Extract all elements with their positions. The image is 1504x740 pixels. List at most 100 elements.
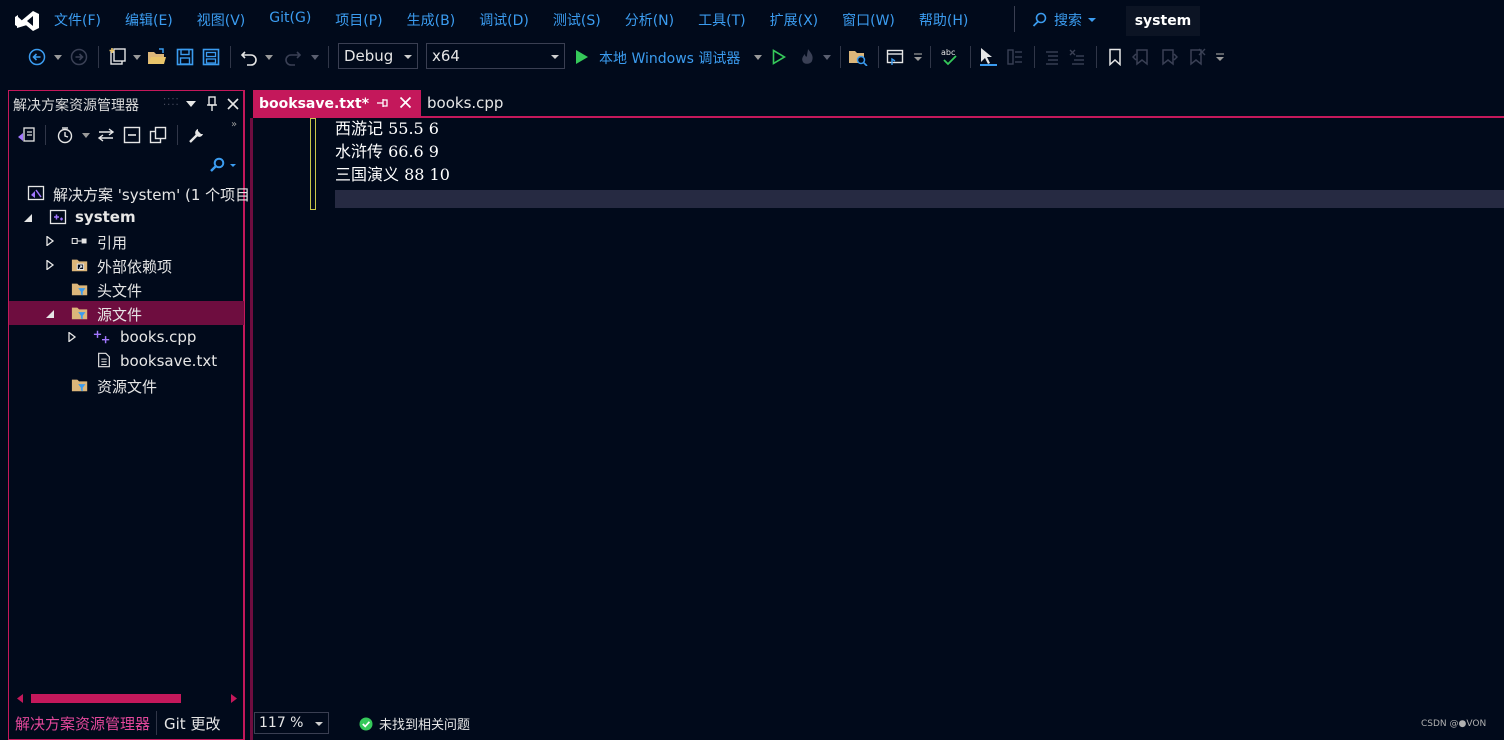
tab-booksave-txt[interactable]: booksave.txt* (253, 90, 421, 118)
text-editor[interactable]: 西游记 55.5 6 水浒传 66.6 9 三国演义 88 10 (253, 118, 1504, 708)
outline-toggle-button[interactable] (1004, 46, 1026, 68)
toolbar-separator (45, 125, 46, 145)
search-icon[interactable] (209, 157, 237, 173)
collapse-all-icon[interactable] (123, 126, 141, 144)
tree-item-external-dependencies[interactable]: 外部依赖项 (9, 253, 244, 277)
save-all-button[interactable] (200, 46, 222, 68)
open-file-button[interactable] (146, 46, 168, 68)
start-without-debugging-button[interactable] (769, 46, 789, 68)
forward-arrow-icon (70, 48, 88, 66)
menu-test[interactable]: 测试(S) (553, 10, 601, 30)
solution-platform-select[interactable]: x64 (426, 43, 565, 69)
menu-view[interactable]: 视图(V) (197, 10, 246, 30)
tree-item-header-files[interactable]: 头文件 (9, 277, 244, 301)
menu-window[interactable]: 窗口(W) (842, 10, 895, 30)
tree-item-references[interactable]: 引用 (9, 229, 244, 253)
debug-target-label[interactable]: 本地 Windows 调试器 (599, 48, 740, 68)
scroll-right-arrow-icon[interactable] (231, 694, 237, 703)
back-dropdown[interactable] (52, 46, 64, 68)
undo-dropdown[interactable] (264, 46, 274, 68)
menu-help[interactable]: 帮助(H) (919, 10, 968, 30)
window-position-dropdown-icon[interactable] (186, 100, 196, 108)
navigate-forward-button[interactable] (68, 46, 90, 68)
pin-tab-icon[interactable] (375, 96, 389, 110)
expanded-arrow-icon[interactable] (23, 213, 33, 223)
clear-bookmarks-button[interactable] (1186, 46, 1208, 68)
issues-indicator[interactable]: 未找到相关问题 (359, 714, 470, 733)
debug-target-dropdown[interactable] (753, 46, 763, 68)
comment-lines-button[interactable] (1040, 46, 1062, 68)
menu-tools[interactable]: 工具(T) (698, 10, 745, 30)
menu-edit[interactable]: 编辑(E) (125, 10, 173, 30)
tree-item-project[interactable]: system (9, 205, 244, 229)
show-all-files-icon[interactable] (149, 126, 167, 144)
tool-window-tabs: 解决方案资源管理器 Git 更改 (9, 711, 245, 735)
tab-git-changes[interactable]: Git 更改 (164, 713, 220, 734)
tree-item-source-files[interactable]: 源文件 (9, 301, 244, 325)
drag-handle[interactable]: ⁚⁚⁚⁚ (163, 97, 180, 108)
solution-configuration-select[interactable]: Debug (338, 43, 418, 69)
undo-button[interactable] (238, 46, 260, 68)
spell-check-button[interactable]: abc (938, 46, 962, 68)
redo-dropdown[interactable] (310, 46, 320, 68)
next-bookmark-button[interactable] (1158, 46, 1180, 68)
search-button[interactable]: 搜索 (1032, 10, 1096, 30)
close-icon[interactable] (227, 98, 239, 110)
expanded-arrow-icon[interactable] (45, 309, 55, 319)
start-debugging-button[interactable] (573, 46, 591, 68)
folder-search-icon (849, 51, 868, 66)
solution-name-badge[interactable]: system (1126, 6, 1200, 36)
new-project-button[interactable] (106, 46, 130, 68)
menu-debug[interactable]: 调试(D) (479, 10, 529, 30)
editor-line-3[interactable]: 三国演义 88 10 (335, 164, 450, 186)
menu-file[interactable]: 文件(F) (54, 10, 101, 30)
toolbar-overflow-button[interactable] (1214, 46, 1226, 68)
zoom-select[interactable]: 117 % (254, 712, 329, 734)
tab-label: booksave.txt* (259, 96, 370, 112)
menu-build[interactable]: 生成(B) (407, 10, 456, 30)
sync-with-active-document-icon[interactable] (97, 126, 115, 144)
new-dropdown[interactable] (132, 46, 142, 68)
menu-analyze[interactable]: 分析(N) (625, 10, 674, 30)
scrollbar-thumb[interactable] (31, 694, 181, 703)
menu-project[interactable]: 项目(P) (335, 10, 382, 30)
navigate-back-button[interactable] (26, 46, 48, 68)
pin-icon[interactable] (206, 96, 218, 112)
chevron-down-icon (315, 722, 323, 726)
menu-git[interactable]: Git(G) (269, 10, 311, 30)
chevron-down-icon[interactable] (82, 133, 90, 138)
editor-line-1[interactable]: 西游记 55.5 6 (335, 118, 439, 140)
hot-reload-dropdown[interactable] (822, 46, 832, 68)
save-button[interactable] (174, 46, 196, 68)
redo-button[interactable] (282, 46, 304, 68)
tree-item-booksave-txt[interactable]: booksave.txt (9, 349, 244, 373)
horizontal-scrollbar[interactable] (11, 691, 239, 705)
menu-extensions[interactable]: 扩展(X) (770, 10, 819, 30)
tree-item-resource-files[interactable]: 资源文件 (9, 373, 244, 397)
pending-changes-filter-icon[interactable] (56, 126, 74, 144)
tree-item-books-cpp[interactable]: books.cpp (9, 325, 244, 349)
layout-dropdown[interactable] (912, 46, 924, 68)
previous-bookmark-button[interactable] (1130, 46, 1152, 68)
hot-reload-button[interactable] (797, 46, 819, 68)
toggle-bookmark-button[interactable] (1104, 46, 1126, 68)
format-selection-button[interactable] (976, 46, 1000, 68)
tab-books-cpp[interactable]: books.cpp (427, 94, 503, 112)
tree-item-solution[interactable]: 解决方案 'system' (1 个项目 (9, 181, 250, 205)
editor-line-2[interactable]: 水浒传 66.6 9 (335, 141, 439, 163)
properties-wrench-icon[interactable] (188, 126, 206, 144)
toolbar-overflow-icon[interactable]: » (231, 119, 237, 130)
collapsed-arrow-icon[interactable] (67, 332, 77, 342)
tab-solution-explorer[interactable]: 解决方案资源管理器 (15, 713, 150, 734)
scroll-left-arrow-icon[interactable] (17, 694, 23, 703)
switch-views-icon[interactable] (16, 125, 36, 145)
overflow-chevron-icon (1216, 53, 1224, 61)
toolbar-separator (328, 46, 329, 68)
window-layout-button[interactable] (884, 46, 906, 68)
browse-folder-button[interactable] (846, 46, 870, 68)
uncomment-lines-button[interactable] (1066, 46, 1088, 68)
collapsed-arrow-icon[interactable] (45, 260, 55, 270)
close-tab-icon[interactable] (399, 96, 412, 109)
toolbar-separator (878, 46, 879, 68)
collapsed-arrow-icon[interactable] (45, 236, 55, 246)
